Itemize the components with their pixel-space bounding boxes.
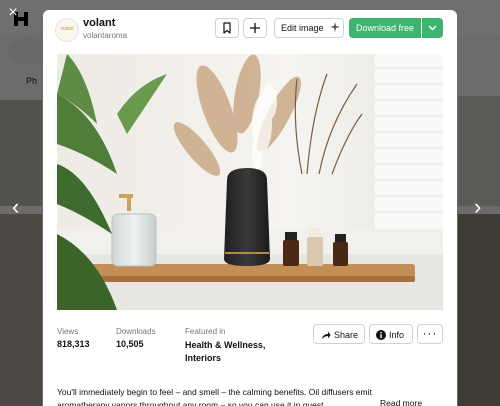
plus-icon (250, 23, 260, 33)
author-avatar[interactable]: volant (55, 18, 79, 42)
bookmark-button[interactable] (215, 18, 239, 38)
bookmark-icon (223, 22, 231, 34)
avatar-logo-text: volant (60, 26, 74, 32)
photo-description: You'll immediately begin to feel – and s… (57, 387, 372, 406)
more-icon: ··· (422, 326, 438, 340)
share-button[interactable]: Share (313, 324, 365, 344)
featured-value[interactable]: Health & Wellness, Interiors (185, 339, 285, 365)
main-photo[interactable] (57, 54, 443, 310)
close-icon[interactable]: × (6, 5, 20, 21)
info-button[interactable]: Info (369, 324, 413, 344)
author-name[interactable]: volant (83, 17, 115, 29)
featured-label: Featured in (185, 327, 226, 336)
add-to-collection-button[interactable] (243, 18, 267, 38)
more-options-button[interactable]: ··· (417, 324, 443, 344)
share-label: Share (334, 330, 359, 340)
chevron-down-icon (428, 25, 437, 31)
views-value: 818,313 (57, 339, 90, 349)
photo-modal: volant volant volantaroma Edit image Dow… (43, 10, 457, 406)
download-button[interactable]: Download free (349, 18, 421, 38)
sparkle-icon (330, 22, 340, 32)
modal-header: volant volant volantaroma Edit image Dow… (43, 10, 457, 54)
next-photo-icon[interactable]: › (474, 196, 481, 218)
previous-photo-icon[interactable]: ‹ (12, 196, 19, 218)
edit-image-label: Edit image (281, 23, 324, 33)
views-label: Views (57, 327, 79, 336)
share-icon (322, 331, 331, 339)
download-label: Download free (355, 23, 415, 33)
edit-image-button[interactable]: Edit image (274, 18, 344, 38)
download-options-button[interactable] (422, 18, 443, 38)
photo-illustration (57, 54, 443, 310)
read-more-link[interactable]: Read more (380, 398, 422, 406)
info-label: Info (389, 330, 405, 340)
downloads-value: 10,505 (116, 339, 144, 349)
author-handle[interactable]: volantaroma (83, 31, 127, 40)
downloads-label: Downloads (116, 327, 156, 336)
info-icon (376, 330, 386, 340)
